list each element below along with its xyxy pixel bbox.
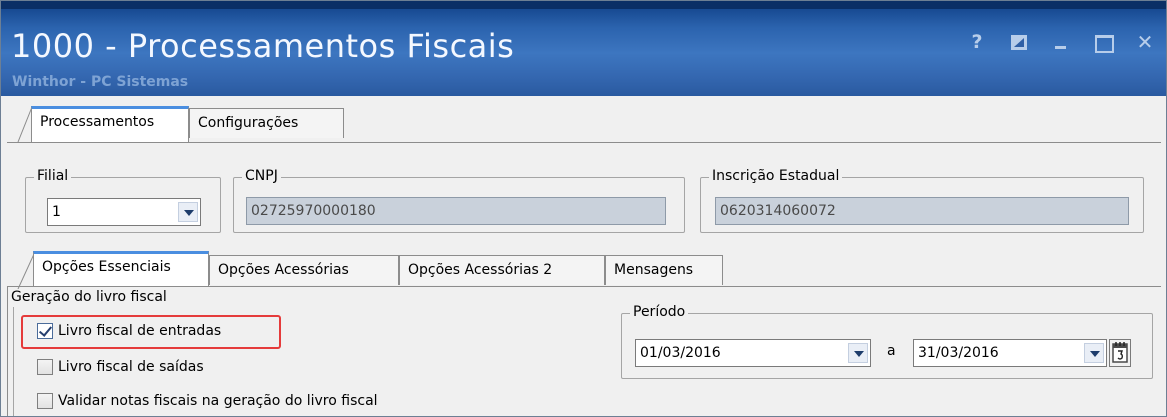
periodo-end-date[interactable]: 31/03/2016: [913, 339, 1107, 367]
calendar-button[interactable]: [1109, 339, 1131, 367]
section-divider: [13, 307, 14, 416]
help-icon[interactable]: ?: [966, 31, 988, 53]
livro-saidas-option[interactable]: Livro fiscal de saídas: [37, 359, 204, 375]
minimize-icon[interactable]: [1050, 31, 1072, 53]
inscricao-estadual-field: 0620314060072: [715, 197, 1129, 225]
periodo-start-value: 01/03/2016: [640, 345, 721, 361]
inscricao-estadual-label: Inscrição Estadual: [709, 168, 843, 184]
tab-opcoes-essenciais[interactable]: Opções Essenciais: [33, 251, 209, 287]
validar-notas-checkbox[interactable]: [37, 393, 53, 409]
maximize-icon[interactable]: [1092, 31, 1114, 53]
filial-select[interactable]: 1: [47, 198, 201, 226]
livro-entradas-label: Livro fiscal de entradas: [58, 323, 222, 339]
restore-icon[interactable]: [1008, 31, 1030, 53]
livro-saidas-checkbox[interactable]: [37, 359, 53, 375]
tab-opcoes-acessorias[interactable]: Opções Acessórias: [209, 255, 399, 285]
livro-saidas-label: Livro fiscal de saídas: [58, 359, 204, 375]
window-title: 1000 - Processamentos Fiscais: [11, 27, 515, 65]
periodo-start-date[interactable]: 01/03/2016: [635, 339, 871, 367]
geracao-livro-fiscal-label: Geração do livro fiscal: [11, 289, 167, 305]
window-controls: ? ✕: [966, 31, 1156, 53]
filial-value: 1: [52, 204, 61, 220]
top-tab-strip: Processamentos Configurações: [1, 96, 1166, 142]
tab-mensagens[interactable]: Mensagens: [605, 255, 723, 285]
chevron-down-icon[interactable]: [178, 202, 198, 222]
tab-opcoes-acessorias-2[interactable]: Opções Acessórias 2: [399, 255, 605, 285]
chevron-down-icon[interactable]: [1084, 343, 1104, 363]
validar-notas-option[interactable]: Validar notas fiscais na geração do livr…: [37, 393, 378, 409]
livro-entradas-option[interactable]: Livro fiscal de entradas: [37, 323, 221, 339]
cnpj-label: CNPJ: [242, 168, 281, 184]
validar-notas-label: Validar notas fiscais na geração do livr…: [58, 393, 378, 409]
window-subtitle: Winthor - PC Sistemas: [12, 74, 189, 90]
chevron-down-icon[interactable]: [848, 343, 868, 363]
app-window: 1000 - Processamentos Fiscais Winthor - …: [0, 0, 1167, 417]
periodo-label: Período: [630, 304, 689, 320]
cnpj-field: 02725970000180: [246, 197, 666, 225]
tab-configuracoes[interactable]: Configurações: [189, 108, 344, 138]
periodo-separator: a: [887, 343, 896, 359]
title-bar[interactable]: 1000 - Processamentos Fiscais Winthor - …: [1, 1, 1166, 96]
bottom-tab-strip: Opções Essenciais Opções Acessórias Opçõ…: [1, 245, 1166, 289]
close-icon[interactable]: ✕: [1134, 31, 1156, 53]
periodo-end-value: 31/03/2016: [918, 345, 999, 361]
calendar-icon: [1112, 342, 1128, 363]
tab-processamentos[interactable]: Processamentos: [31, 106, 189, 142]
livro-entradas-checkbox[interactable]: [37, 323, 53, 339]
filial-label: Filial: [34, 168, 72, 184]
